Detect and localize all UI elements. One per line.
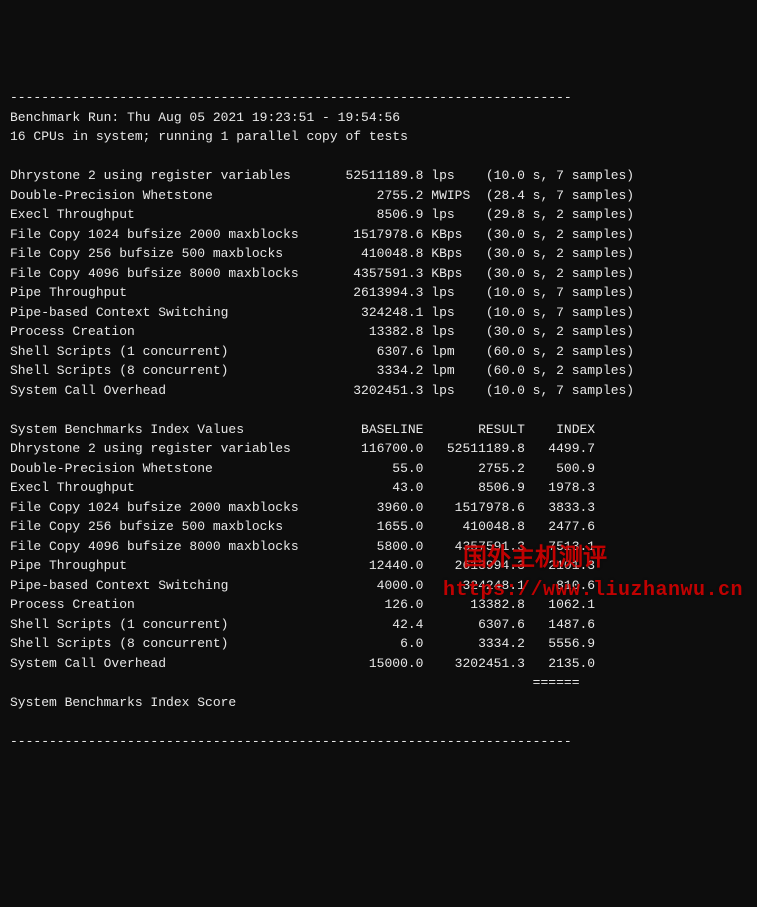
terminal-output: ----------------------------------------…	[10, 88, 747, 751]
cpu-info-line: 16 CPUs in system; running 1 parallel co…	[10, 129, 408, 144]
index-table: System Benchmarks Index Values BASELINE …	[10, 422, 595, 671]
results-table: Dhrystone 2 using register variables 525…	[10, 168, 634, 398]
benchmark-run-line: Benchmark Run: Thu Aug 05 2021 19:23:51 …	[10, 110, 400, 125]
divider: ----------------------------------------…	[10, 90, 572, 105]
divider: ----------------------------------------…	[10, 734, 572, 749]
score-label: System Benchmarks Index Score	[10, 695, 236, 710]
